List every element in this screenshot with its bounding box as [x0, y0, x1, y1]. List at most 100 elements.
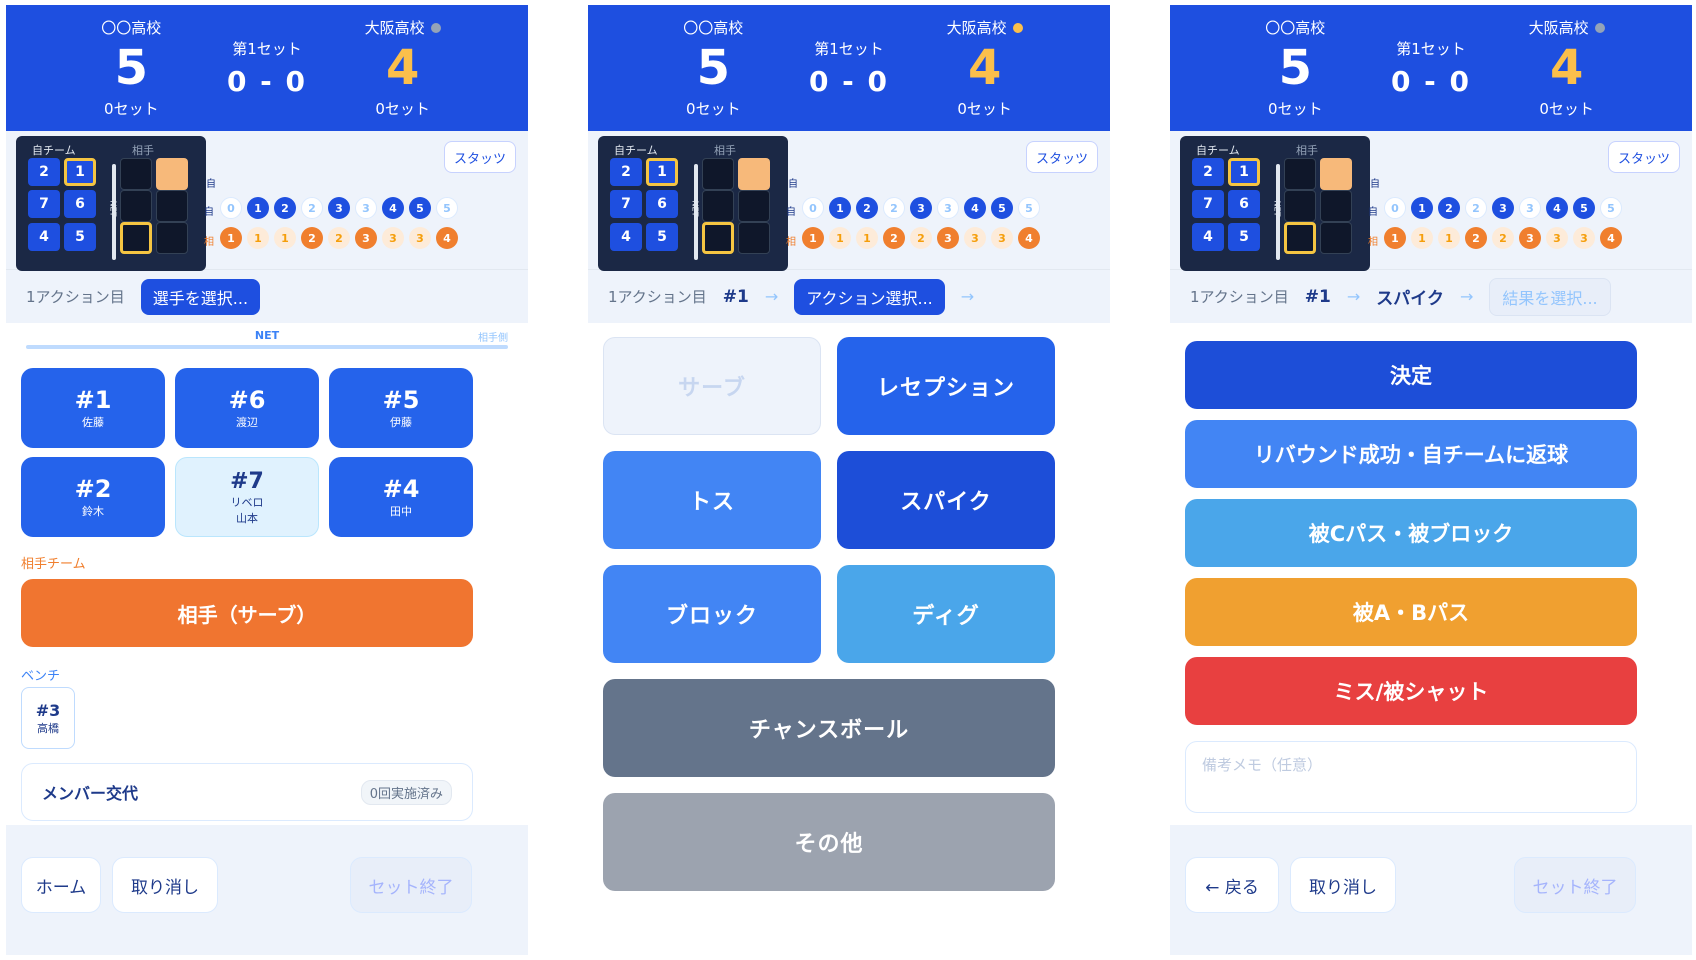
action-other-button[interactable]: その他 — [603, 793, 1055, 891]
result-select-screen: 〇〇高校 5 0セット 第1セット 0 - 0 大阪高校 4 0セット 自チーム… — [1170, 5, 1692, 955]
opp-court-position[interactable] — [1320, 190, 1352, 222]
end-set-button[interactable]: セット終了 — [350, 857, 472, 913]
player-button-2[interactable]: #2 鈴木 — [21, 457, 165, 537]
opp-court-position[interactable] — [702, 158, 734, 190]
opp-rotation-chip: 4 — [1018, 227, 1040, 249]
player-name: 高橋 — [37, 721, 59, 735]
court-diagram: 自チーム 相手 2 1 7 6 4 5 NET — [16, 136, 206, 271]
court-position[interactable]: 6 — [1228, 190, 1260, 218]
opp-rotation-chip: 4 — [436, 227, 458, 249]
court-position[interactable]: 5 — [646, 223, 678, 251]
opp-rotation-chip: 3 — [1546, 227, 1568, 249]
breadcrumb-action[interactable]: スパイク — [1376, 284, 1444, 309]
player-button-7-libero[interactable]: #7 リベロ 山本 — [175, 457, 319, 537]
opp-court-position[interactable] — [156, 190, 188, 222]
action-serve-button[interactable]: サーブ — [603, 337, 821, 435]
action-chance-ball-button[interactable]: チャンスボール — [603, 679, 1055, 777]
opp-rotation-chip: 2 — [328, 227, 350, 249]
result-ab-pass-button[interactable]: 被A・Bパス — [1185, 578, 1637, 646]
opp-court-position[interactable] — [702, 222, 734, 254]
own-team-court-label: 自チーム — [614, 144, 658, 157]
opp-court-position[interactable] — [702, 190, 734, 222]
breadcrumb-action-count: 1アクション目 — [608, 288, 707, 306]
back-button[interactable]: ← 戻る — [1185, 857, 1279, 913]
court-position[interactable]: 2 — [610, 158, 642, 186]
opp-court-position[interactable] — [738, 190, 770, 222]
court-area: 自チーム 相手 2 1 7 6 4 5 NET スタッツ自自相 0 1 1 1 2 1 2 2 3 2 3 3 4 3 5 3 5 4 — [6, 131, 528, 271]
court-position[interactable]: 5 — [1228, 223, 1260, 251]
breadcrumb-player[interactable]: #1 — [1305, 287, 1331, 307]
breadcrumb-select-player[interactable]: 選手を選択... — [140, 278, 261, 315]
player-button-5[interactable]: #5 伊藤 — [329, 368, 473, 448]
opp-court-position[interactable] — [1284, 190, 1316, 222]
action-reception-button[interactable]: レセプション — [837, 337, 1055, 435]
set-score: 0 - 0 — [808, 65, 890, 98]
player-button-4[interactable]: #4 田中 — [329, 457, 473, 537]
action-dig-button[interactable]: ディグ — [837, 565, 1055, 663]
court-position[interactable]: 6 — [64, 190, 96, 218]
court-position[interactable]: 5 — [64, 223, 96, 251]
action-block-button[interactable]: ブロック — [603, 565, 821, 663]
court-position[interactable]: 7 — [610, 190, 642, 218]
undo-button[interactable]: 取り消し — [112, 857, 218, 913]
opp-court-position[interactable] — [120, 222, 152, 254]
end-set-button[interactable]: セット終了 — [1514, 857, 1636, 913]
result-miss-button[interactable]: ミス/被シャット — [1185, 657, 1637, 725]
home-sets: 0セット — [1268, 100, 1323, 118]
own-rotation-chip: 5 — [991, 197, 1013, 219]
stats-button[interactable]: スタッツ — [444, 141, 516, 173]
opp-serve-button[interactable]: 相手（サーブ） — [21, 579, 473, 647]
court-position[interactable]: 4 — [610, 223, 642, 251]
opp-court-position[interactable] — [738, 158, 770, 190]
stats-button[interactable]: スタッツ — [1608, 141, 1680, 173]
home-button[interactable]: ホーム — [21, 857, 101, 913]
arrow-right-icon: → — [960, 287, 975, 306]
opp-court-position[interactable] — [1320, 222, 1352, 254]
court-position[interactable]: 2 — [1192, 158, 1224, 186]
court-position[interactable]: 1 — [64, 158, 96, 186]
result-rebound-button[interactable]: リバウンド成功・自チームに返球 — [1185, 420, 1637, 488]
opp-court-position[interactable] — [156, 222, 188, 254]
court-position[interactable]: 1 — [646, 158, 678, 186]
court-position[interactable]: 7 — [28, 190, 60, 218]
undo-button[interactable]: 取り消し — [1290, 857, 1396, 913]
own-rotation-chip: 5 — [1600, 197, 1622, 219]
action-toss-button[interactable]: トス — [603, 451, 821, 549]
court-position[interactable]: 7 — [1192, 190, 1224, 218]
bench-player-button[interactable]: #3 高橋 — [21, 687, 75, 749]
opp-team-label: 相手チーム — [21, 557, 86, 572]
memo-input[interactable]: 備考メモ（任意） — [1185, 741, 1637, 813]
home-sets: 0セット — [104, 100, 159, 118]
substitution-button[interactable]: メンバー交代 0回実施済み — [21, 763, 473, 821]
opp-row-label: 相 — [204, 237, 214, 248]
own-rotation-chip: 2 — [1465, 197, 1487, 219]
action-spike-button[interactable]: スパイク — [837, 451, 1055, 549]
player-name: 渡辺 — [236, 416, 258, 429]
court-position[interactable]: 2 — [28, 158, 60, 186]
home-team-name: 〇〇高校 — [101, 19, 162, 37]
breadcrumb-select-action[interactable]: アクション選択... — [794, 278, 945, 315]
opp-court-position[interactable] — [156, 158, 188, 190]
result-point-button[interactable]: 決定 — [1185, 341, 1637, 409]
court-area: 自チーム 相手 2 1 7 6 4 5 NET スタッツ自自相 0 1 1 1 2 1 2 2 3 2 3 3 4 3 5 3 5 4 — [1170, 131, 1692, 271]
stats-button[interactable]: スタッツ — [1026, 141, 1098, 173]
player-button-1[interactable]: #1 佐藤 — [21, 368, 165, 448]
player-button-6[interactable]: #6 渡辺 — [175, 368, 319, 448]
own-rotation-chip: 3 — [328, 197, 350, 219]
opp-court-position[interactable] — [1320, 158, 1352, 190]
opp-row-label: 相 — [1368, 237, 1378, 248]
opp-court-position[interactable] — [120, 190, 152, 222]
court-position[interactable]: 4 — [1192, 223, 1224, 251]
opp-court-position[interactable] — [120, 158, 152, 190]
result-c-pass-button[interactable]: 被Cパス・被ブロック — [1185, 499, 1637, 567]
opp-rotation-chip: 1 — [802, 227, 824, 249]
opp-court-position[interactable] — [1284, 158, 1316, 190]
own-rotation-chip: 1 — [1411, 197, 1433, 219]
breadcrumb-player[interactable]: #1 — [723, 287, 749, 307]
opp-court-position[interactable] — [1284, 222, 1316, 254]
own-rotation-chip: 3 — [1519, 197, 1541, 219]
opp-court-position[interactable] — [738, 222, 770, 254]
court-position[interactable]: 4 — [28, 223, 60, 251]
court-position[interactable]: 6 — [646, 190, 678, 218]
court-position[interactable]: 1 — [1228, 158, 1260, 186]
